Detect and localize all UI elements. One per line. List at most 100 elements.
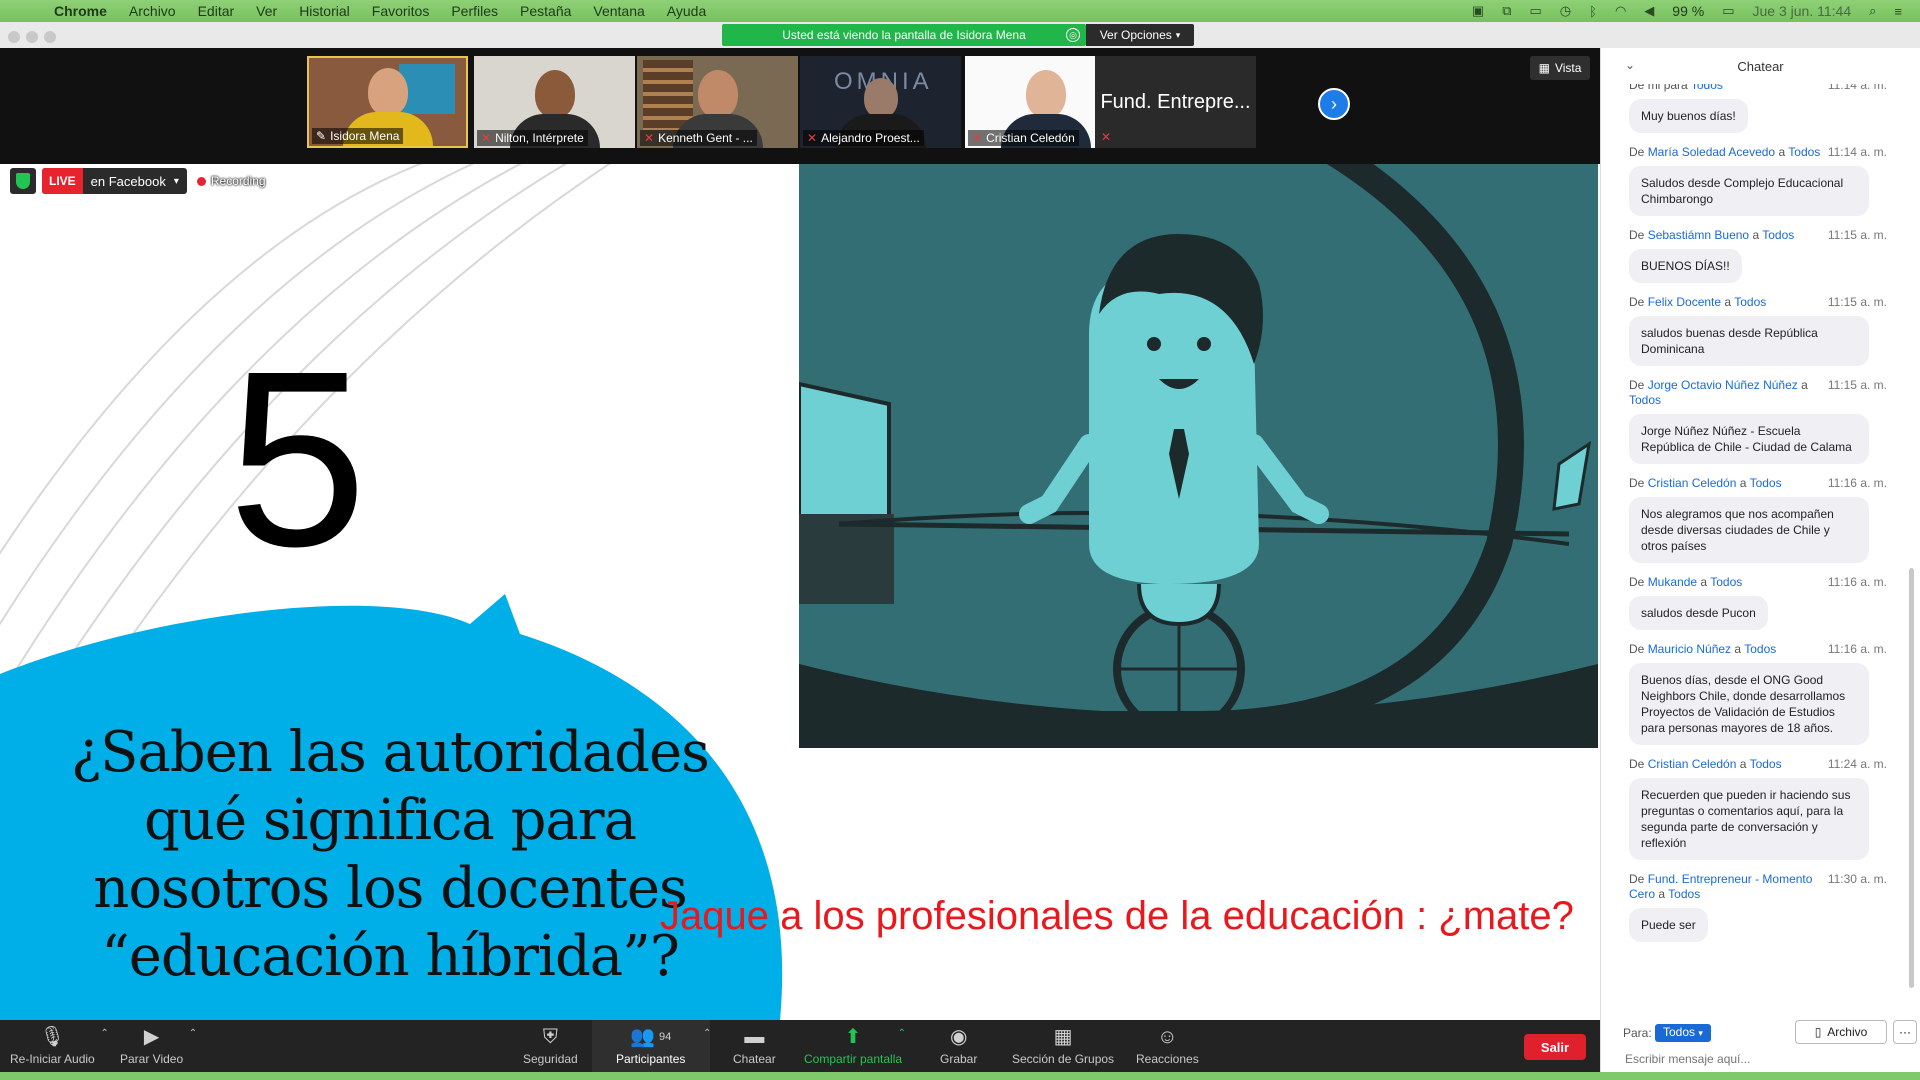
zoom-tray-icon[interactable]: ▣: [1472, 3, 1484, 19]
menu-editar[interactable]: Editar: [198, 3, 235, 19]
menu-pestana[interactable]: Pestaña: [520, 3, 571, 19]
menu-app-name[interactable]: Chrome: [54, 3, 107, 19]
stop-video-button[interactable]: ▶ ⌃ Parar Video: [120, 1026, 197, 1066]
chevron-up-icon[interactable]: ⌃: [703, 1028, 711, 1039]
message-recipient[interactable]: Todos: [1750, 476, 1782, 490]
chevron-down-icon: ▾: [173, 175, 179, 187]
chat-label: Chatear: [733, 1052, 776, 1066]
bluetooth-icon[interactable]: ᛒ: [1589, 4, 1597, 19]
recording-label: Recording: [210, 174, 266, 188]
time-machine-icon[interactable]: ◷: [1560, 3, 1571, 19]
menu-favoritos[interactable]: Favoritos: [372, 3, 430, 19]
recording-indicator[interactable]: Recording: [196, 174, 266, 188]
participant-tile[interactable]: ✕ Nilton, Intérprete: [474, 56, 635, 148]
more-options-button[interactable]: ···: [1893, 1020, 1917, 1044]
message-bubble: saludos desde Pucon: [1629, 596, 1768, 630]
menubar-datetime[interactable]: Jue 3 jun. 11:44: [1753, 3, 1852, 19]
message-sender[interactable]: Cristian Celedón: [1648, 757, 1737, 771]
message-recipient[interactable]: Todos: [1734, 295, 1766, 309]
participant-tile-no-video[interactable]: Fund. Entrepre... ✕: [1095, 56, 1256, 148]
message-sender[interactable]: Sebastiámn Bueno: [1648, 228, 1749, 242]
mac-menu-bar: Chrome Archivo Editar Ver Historial Favo…: [0, 0, 1920, 22]
recipient-label: Para:: [1623, 1026, 1652, 1040]
view-options-button[interactable]: Ver Opciones ▾: [1086, 24, 1194, 46]
chevron-down-icon[interactable]: ⌄: [1625, 58, 1635, 72]
message-recipient[interactable]: Todos: [1788, 145, 1820, 159]
next-gallery-page-button[interactable]: ›: [1318, 88, 1350, 120]
chat-message: De Cristian Celedón a Todos 11:16 a. m. N…: [1601, 476, 1909, 563]
message-recipient[interactable]: Todos: [1710, 575, 1742, 589]
airplay-icon[interactable]: ▭: [1530, 3, 1542, 19]
chat-message: De Cristian Celedón a Todos 11:24 a. m. R…: [1601, 757, 1909, 860]
menu-historial[interactable]: Historial: [299, 3, 350, 19]
recipient-select[interactable]: Todos ▾: [1655, 1024, 1711, 1042]
chevron-down-icon: ▾: [1175, 29, 1181, 40]
participant-name-tag: ✕ Cristian Celedón: [968, 130, 1079, 146]
spotlight-search-icon[interactable]: ⌕: [1869, 3, 1876, 19]
video-camera-icon: ▶: [143, 1026, 160, 1048]
minimize-window-button[interactable]: [26, 31, 38, 43]
live-streaming-menu[interactable]: LIVE en Facebook ▾: [42, 168, 187, 194]
message-recipient[interactable]: Todos: [1762, 228, 1794, 242]
message-bubble: saludos buenas desde República Dominican…: [1629, 316, 1869, 366]
message-sender[interactable]: Mukande: [1648, 575, 1697, 589]
menu-ver[interactable]: Ver: [256, 3, 277, 19]
reactions-button[interactable]: ☺ Reacciones: [1136, 1026, 1199, 1066]
chat-button[interactable]: ▬ Chatear: [733, 1026, 776, 1066]
chat-message: De María Soledad Acevedo a Todos 11:14 a.…: [1601, 145, 1909, 216]
view-button[interactable]: ▦ Vista: [1530, 56, 1590, 80]
chat-message: De Mauricio Núñez a Todos 11:16 a. m. Bue…: [1601, 642, 1909, 745]
smiley-add-icon: ☺: [1157, 1026, 1178, 1048]
wifi-icon[interactable]: ◠: [1615, 3, 1626, 19]
screen-tray-icon[interactable]: ⧉: [1502, 3, 1511, 19]
send-file-button[interactable]: ▯ Archivo: [1795, 1020, 1887, 1044]
encryption-shield-icon[interactable]: [10, 168, 36, 194]
chat-scrollbar[interactable]: [1909, 568, 1914, 988]
chevron-up-icon[interactable]: ⌃: [898, 1028, 906, 1039]
participant-tile[interactable]: OMNIA ✕Alejandro Proest...: [800, 56, 961, 148]
breakout-rooms-button[interactable]: ▦ Sección de Grupos: [1012, 1026, 1114, 1066]
menu-perfiles[interactable]: Perfiles: [451, 3, 498, 19]
chevron-up-icon[interactable]: ⌃: [100, 1028, 108, 1039]
window-titlebar: Usted está viendo la pantalla de Isidora…: [0, 22, 1920, 48]
breakout-rooms-label: Sección de Grupos: [1012, 1052, 1115, 1066]
participant-tile[interactable]: ✎ Isidora Mena: [307, 56, 468, 148]
message-recipient[interactable]: Todos: [1744, 642, 1776, 656]
participants-label: Participantes: [616, 1052, 686, 1066]
chevron-up-icon[interactable]: ⌃: [189, 1028, 197, 1039]
chat-message-list[interactable]: De mi para Todos 11:14 a. m. Muy buenos d…: [1601, 84, 1909, 1014]
close-window-button[interactable]: [8, 31, 20, 43]
share-screen-button[interactable]: ⬆ ⌃ Compartir pantalla: [804, 1026, 906, 1066]
security-button[interactable]: ⛨ Seguridad: [523, 1026, 578, 1066]
leave-meeting-button[interactable]: Salir: [1524, 1034, 1586, 1060]
menu-archivo[interactable]: Archivo: [129, 3, 176, 19]
participant-tile[interactable]: ✕ Kenneth Gent - ...: [637, 56, 798, 148]
chat-message-input[interactable]: [1625, 1052, 1905, 1066]
fullscreen-window-button[interactable]: [44, 31, 56, 43]
message-sender[interactable]: Fund. Entrepreneur - Momento Cero: [1629, 872, 1812, 901]
volume-icon[interactable]: ◀: [1644, 3, 1654, 19]
message-time: 11:15 a. m.: [1827, 228, 1887, 242]
control-center-icon[interactable]: ≡: [1894, 4, 1902, 19]
record-icon: ◉: [949, 1026, 968, 1048]
unmute-audio-button[interactable]: 🎙 ⌃ Re-Iniciar Audio: [10, 1026, 109, 1066]
message-sender[interactable]: María Soledad Acevedo: [1648, 145, 1775, 159]
message-recipient[interactable]: Todos: [1750, 757, 1782, 771]
chat-message: De Felix Docente a Todos 11:15 a. m. salu…: [1601, 295, 1909, 366]
chat-message: De Jorge Octavio Núñez Núñez a Todos 11:1…: [1601, 378, 1909, 464]
chat-panel: ⌄ Chatear De mi para Todos 11:14 a. m. Mu…: [1600, 48, 1920, 1072]
message-sender[interactable]: Cristian Celedón: [1648, 476, 1737, 490]
security-label: Seguridad: [523, 1052, 578, 1066]
battery-percent[interactable]: 99 %: [1672, 3, 1704, 19]
message-recipient[interactable]: Todos: [1629, 393, 1661, 407]
menu-ayuda[interactable]: Ayuda: [667, 3, 706, 19]
message-recipient[interactable]: Todos: [1668, 887, 1700, 901]
message-sender[interactable]: Felix Docente: [1648, 295, 1721, 309]
participants-button[interactable]: 👥 94 ⌃ Participantes: [616, 1026, 711, 1066]
menu-ventana[interactable]: Ventana: [593, 3, 644, 19]
message-bubble: Recuerden que pueden ir haciendo sus pre…: [1629, 778, 1869, 860]
message-sender[interactable]: Jorge Octavio Núñez Núñez: [1648, 378, 1798, 392]
message-recipient[interactable]: Todos: [1691, 84, 1723, 92]
message-sender[interactable]: Mauricio Núñez: [1648, 642, 1731, 656]
record-button[interactable]: ◉ Grabar: [940, 1026, 977, 1066]
